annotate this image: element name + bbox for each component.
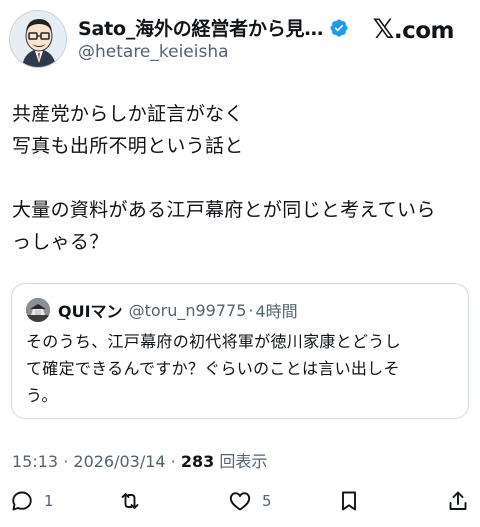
post-date[interactable]: 2026/03/14 [73,452,165,471]
like-count: 5 [262,492,272,510]
quote-line: て確定できるんですか？ぐらいのことは言い出しそ [26,359,400,378]
x-com-label: .com [393,18,455,44]
reply-button[interactable]: 1 [10,484,54,518]
retweet-icon [121,493,139,509]
tweet-meta: 15:13 · 2026/03/14 · 283 回表示 [12,448,267,472]
tweet-header: Sato_海外の経営者から見… @hetare_keieisha 𝕏 .com [0,0,480,80]
quote-text: そのうち、江戸幕府の初代将軍が徳川家康とどうし て確定できるんですか？ぐらいのこ… [26,328,458,409]
tweet-line: 共産党からしか証言がなく [12,103,244,125]
tweet-line: 写真も出所不明という話と [12,135,244,157]
tweet-text: 共産党からしか証言がなく 写真も出所不明という話と 大量の資料がある江戸幕府とが… [12,98,468,258]
author-handle[interactable]: @hetare_keieisha [78,42,229,62]
post-time[interactable]: 15:13 [12,452,58,471]
heart-icon [229,492,251,511]
bookmark-button[interactable] [337,484,361,518]
x-com-logo: 𝕏 .com [372,14,455,45]
quote-line: う。 [26,386,58,405]
reply-icon [12,491,32,511]
quote-author-handle: @toru_n99775 [128,300,247,320]
meta-separator: · [170,452,176,471]
quote-header: QUIマン @toru_n99775 · 4時間 [26,298,298,322]
quote-author-name: QUIマン [58,302,123,321]
share-button[interactable] [446,484,470,518]
bookmark-icon [342,491,356,511]
quote-line: そのうち、江戸幕府の初代将軍が徳川家康とどうし [26,332,401,351]
verified-badge-icon [330,18,348,37]
author-avatar[interactable] [9,10,67,68]
tweet-line: っしゃる？ [12,231,109,253]
quote-author-avatar [26,298,50,322]
author-name[interactable]: Sato_海外の経営者から見… [78,14,323,41]
avatar-illustration [10,11,66,67]
view-count: 283 [180,452,215,471]
tweet-line: 大量の資料がある江戸幕府とが同じと考えていら [12,199,436,221]
like-button[interactable]: 5 [228,484,272,518]
x-logo-icon: 𝕏 [372,14,395,45]
author-name-row: Sato_海外の経営者から見… [78,14,349,41]
castle-image-icon [26,298,50,322]
reply-count: 1 [44,492,54,510]
view-count-label: 回表示 [219,452,268,471]
share-icon [449,491,467,510]
meta-separator: · [63,452,69,471]
quote-time: 4時間 [255,302,298,321]
retweet-button[interactable] [118,484,152,518]
quoted-tweet[interactable]: QUIマン @toru_n99775 · 4時間 そのうち、江戸幕府の初代将軍が… [11,283,469,419]
action-bar: 1 5 [0,484,480,518]
quote-separator: · [248,300,254,320]
